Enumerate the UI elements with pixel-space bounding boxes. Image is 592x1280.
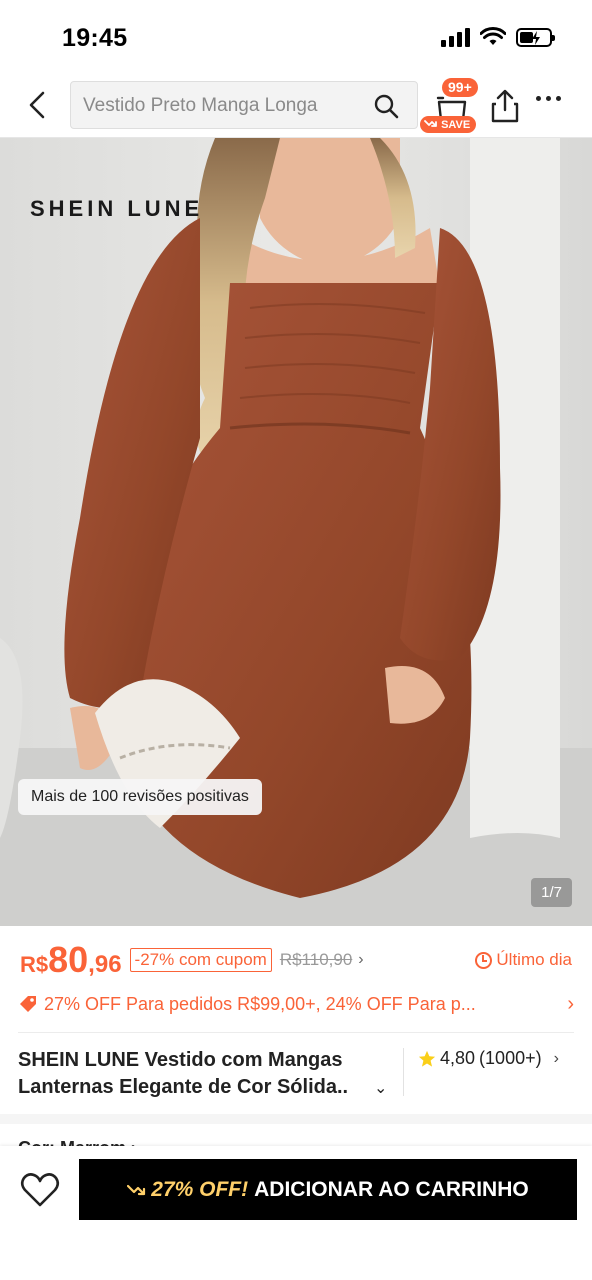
trend-down-icon xyxy=(127,1184,146,1195)
wishlist-button[interactable] xyxy=(18,1168,62,1212)
review-chip[interactable]: Mais de 100 revisões positivas xyxy=(18,779,262,815)
battery-icon xyxy=(516,27,555,47)
last-day-label: Último dia xyxy=(496,950,572,969)
section-gap xyxy=(0,1114,592,1124)
rating-value: 4,80 xyxy=(440,1048,476,1068)
wifi-icon xyxy=(480,27,506,45)
chevron-right-icon[interactable]: › xyxy=(358,951,363,969)
product-image[interactable]: SHEIN LUNE Mais de 100 revisões positiva… xyxy=(0,138,592,926)
product-title-line1: SHEIN LUNE Vestido com Mangas xyxy=(18,1049,343,1071)
cart-discount: 27% OFF! xyxy=(127,1178,248,1202)
price-decimal: ,96 xyxy=(88,950,122,978)
trend-down-icon xyxy=(424,120,437,127)
cart-off-label: 27% OFF! xyxy=(151,1177,249,1201)
bottom-action-bar: 27% OFF! ADICIONAR AO CARRINHO xyxy=(0,1146,592,1280)
rating-summary[interactable]: 4,80 (1000+) › xyxy=(418,1048,559,1069)
price-row: R$ 80 ,96 -27% com cupom R$110,90 › Últi… xyxy=(20,940,572,980)
last-day-timer: Último dia xyxy=(475,950,572,970)
status-time: 19:45 xyxy=(62,24,128,52)
discount-tag-icon xyxy=(20,996,36,1012)
chevron-down-icon[interactable]: ⌄ xyxy=(374,1078,387,1098)
clock-icon xyxy=(475,951,493,969)
search-icon[interactable] xyxy=(373,93,399,119)
image-counter: 1/7 xyxy=(531,878,572,907)
cellular-signal-icon xyxy=(441,27,470,47)
product-title-line2: Lanternas Elegante de Cor Sólida.. xyxy=(18,1076,349,1098)
search-input[interactable]: Vestido Preto Manga Longa xyxy=(70,81,418,129)
search-placeholder: Vestido Preto Manga Longa xyxy=(83,95,318,116)
back-button[interactable] xyxy=(22,88,52,122)
original-price[interactable]: R$110,90 xyxy=(280,950,352,970)
promo-banner[interactable]: 27% OFF Para pedidos R$99,00+, 24% OFF P… xyxy=(18,988,574,1020)
status-icons xyxy=(441,27,555,47)
brand-logo: SHEIN LUNE xyxy=(30,196,204,221)
add-to-cart-label: ADICIONAR AO CARRINHO xyxy=(254,1177,529,1201)
share-icon xyxy=(491,89,519,123)
save-label: SAVE xyxy=(441,119,471,131)
star-icon xyxy=(418,1050,436,1067)
chevron-left-icon xyxy=(29,91,45,119)
cart-count-badge: 99+ xyxy=(442,78,478,97)
status-bar: 19:45 xyxy=(0,0,592,72)
price-integer: 80 xyxy=(48,938,89,980)
chevron-right-icon: › xyxy=(553,1049,559,1067)
share-button[interactable] xyxy=(488,88,522,124)
rating-count: (1000+) xyxy=(479,1048,542,1068)
current-price: R$ 80 ,96 xyxy=(20,938,122,980)
product-title[interactable]: SHEIN LUNE Vestido com Mangas Lanternas … xyxy=(18,1047,398,1101)
cart-button[interactable]: 99+ SAVE xyxy=(420,78,484,134)
chevron-right-icon[interactable]: › xyxy=(567,993,574,1016)
search-header: Vestido Preto Manga Longa 99+ SAVE xyxy=(0,72,592,138)
save-badge: SAVE xyxy=(420,116,477,133)
divider xyxy=(18,1032,574,1033)
add-to-cart-button[interactable]: 27% OFF! ADICIONAR AO CARRINHO xyxy=(79,1159,577,1220)
coupon-badge[interactable]: -27% com cupom xyxy=(129,948,272,972)
price-currency: R$ xyxy=(20,951,49,977)
vertical-divider xyxy=(403,1048,404,1096)
heart-icon xyxy=(20,1173,60,1207)
more-options-icon[interactable] xyxy=(536,96,561,101)
promo-text: 27% OFF Para pedidos R$99,00+, 24% OFF P… xyxy=(44,993,476,1014)
